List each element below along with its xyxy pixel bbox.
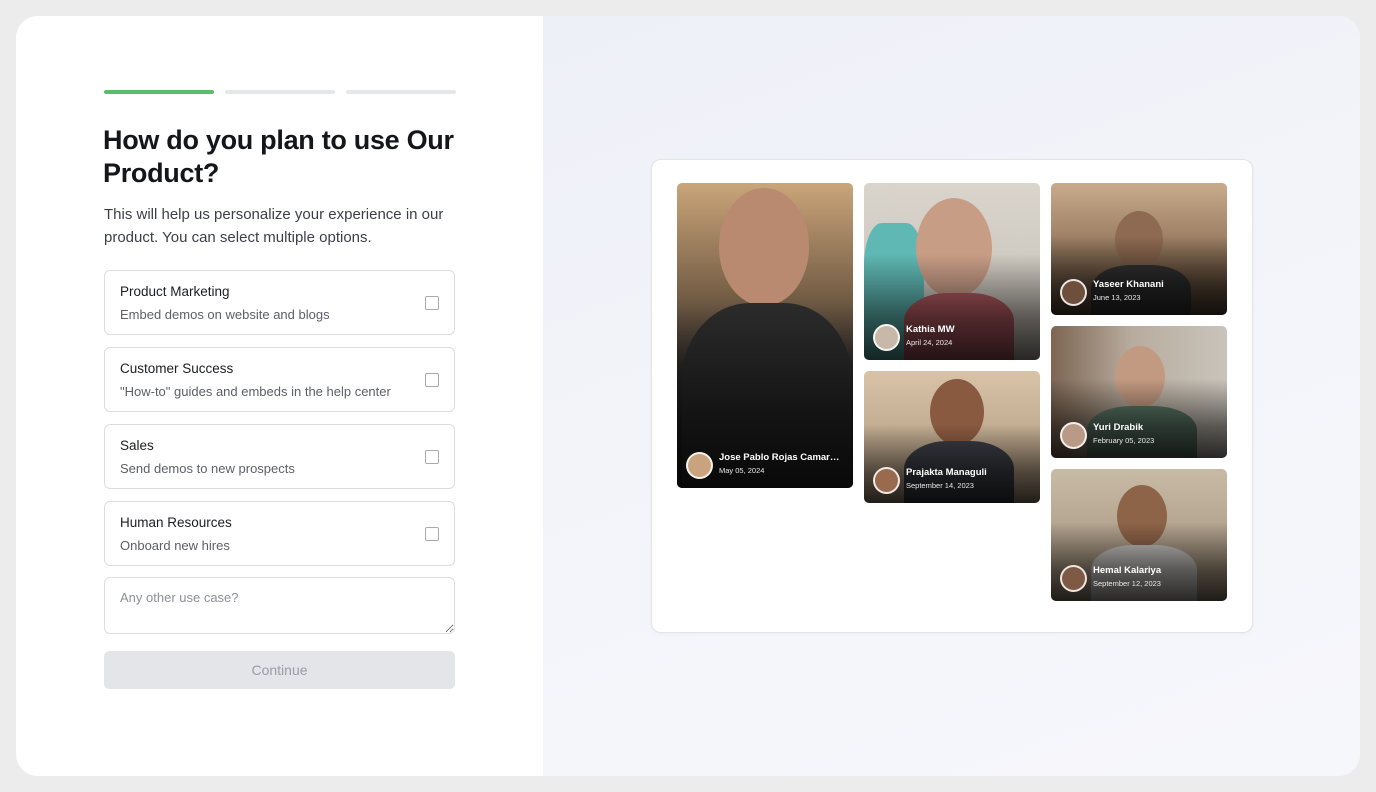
video-author-name: Jose Pablo Rojas Camar… xyxy=(719,452,840,463)
step-progress xyxy=(104,90,456,94)
other-use-case-input[interactable] xyxy=(104,577,455,634)
avatar xyxy=(1060,422,1087,449)
video-date: April 24, 2024 xyxy=(906,338,953,347)
app-window: How do you plan to use Our Product? This… xyxy=(16,16,1360,776)
video-date: February 05, 2023 xyxy=(1093,436,1155,445)
avatar xyxy=(1060,279,1087,306)
avatar xyxy=(873,324,900,351)
option-checkbox[interactable] xyxy=(425,527,439,541)
video-tile[interactable]: Hemal Kalariya September 12, 2023 xyxy=(1051,469,1227,601)
option-title: Sales xyxy=(120,438,154,453)
option-description: "How-to" guides and embeds in the help c… xyxy=(120,384,391,399)
video-date: June 13, 2023 xyxy=(1093,293,1141,302)
video-tile[interactable]: Yuri Drabik February 05, 2023 xyxy=(1051,326,1227,458)
option-description: Embed demos on website and blogs xyxy=(120,307,330,322)
video-date: September 12, 2023 xyxy=(1093,579,1161,588)
avatar xyxy=(873,467,900,494)
option-human-resources[interactable]: Human Resources Onboard new hires xyxy=(104,501,455,566)
device-frame: How do you plan to use Our Product? This… xyxy=(0,0,1376,792)
avatar xyxy=(686,452,713,479)
video-author-name: Yaseer Khanani xyxy=(1093,279,1164,290)
video-tile[interactable]: Prajakta Managuli September 14, 2023 xyxy=(864,371,1040,503)
page-subtitle: This will help us personalize your exper… xyxy=(104,206,444,246)
option-product-marketing[interactable]: Product Marketing Embed demos on website… xyxy=(104,270,455,335)
video-author-name: Hemal Kalariya xyxy=(1093,565,1162,576)
option-checkbox[interactable] xyxy=(425,373,439,387)
avatar xyxy=(1060,565,1087,592)
preview-panel: Jose Pablo Rojas Camar… May 05, 2024 Kat… xyxy=(543,16,1360,776)
person-silhouette xyxy=(719,188,809,306)
progress-step-2 xyxy=(225,90,335,94)
use-case-options: Product Marketing Embed demos on website… xyxy=(104,270,455,578)
video-gallery-card: Jose Pablo Rojas Camar… May 05, 2024 Kat… xyxy=(651,159,1253,633)
video-tile[interactable]: Jose Pablo Rojas Camar… May 05, 2024 xyxy=(677,183,853,488)
video-author-name: Kathia MW xyxy=(906,324,955,335)
video-author-name: Yuri Drabik xyxy=(1093,422,1144,433)
video-date: May 05, 2024 xyxy=(719,466,765,475)
option-title: Customer Success xyxy=(120,361,234,376)
progress-step-3 xyxy=(346,90,456,94)
continue-button[interactable]: Continue xyxy=(104,651,455,689)
video-date: September 14, 2023 xyxy=(906,481,974,490)
option-description: Onboard new hires xyxy=(120,538,230,553)
video-tile[interactable]: Kathia MW April 24, 2024 xyxy=(864,183,1040,360)
onboarding-panel: How do you plan to use Our Product? This… xyxy=(16,16,543,776)
option-customer-success[interactable]: Customer Success "How-to" guides and emb… xyxy=(104,347,455,412)
option-sales[interactable]: Sales Send demos to new prospects xyxy=(104,424,455,489)
option-title: Human Resources xyxy=(120,515,232,530)
option-title: Product Marketing xyxy=(120,284,230,299)
video-author-name: Prajakta Managuli xyxy=(906,467,987,478)
progress-step-1 xyxy=(104,90,214,94)
option-checkbox[interactable] xyxy=(425,296,439,310)
video-tile[interactable]: Yaseer Khanani June 13, 2023 xyxy=(1051,183,1227,315)
option-description: Send demos to new prospects xyxy=(120,461,295,476)
option-checkbox[interactable] xyxy=(425,450,439,464)
page-title: How do you plan to use Our Product? xyxy=(103,125,454,188)
